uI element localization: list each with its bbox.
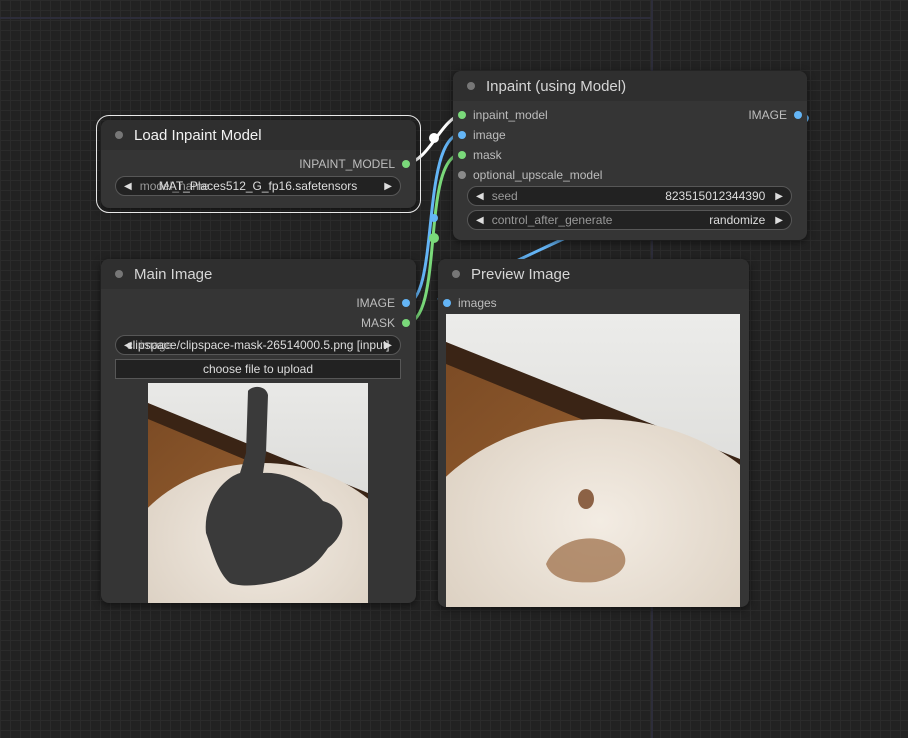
input-slot-images[interactable]: images xyxy=(443,295,497,311)
collapse-dot-icon[interactable] xyxy=(115,131,123,139)
slot-dot-icon[interactable] xyxy=(458,151,466,159)
main-image-preview xyxy=(148,383,368,603)
choose-file-upload-button[interactable]: choose file to upload xyxy=(115,359,401,379)
output-slot-mask[interactable]: MASK xyxy=(361,315,410,331)
slot-label: inpaint_model xyxy=(473,108,548,122)
result-photo-graphic xyxy=(446,314,740,607)
slot-label: INPAINT_MODEL xyxy=(299,157,395,171)
seed-number-widget[interactable]: ◀ seed 823515012344390 ▶ xyxy=(467,186,792,206)
collapse-dot-icon[interactable] xyxy=(115,270,123,278)
node-load-inpaint-model[interactable]: Load Inpaint Model INPAINT_MODEL ◀ model… xyxy=(96,115,421,213)
node-header[interactable]: Load Inpaint Model xyxy=(101,120,416,150)
arrow-right-icon[interactable]: ▶ xyxy=(775,215,783,226)
output-slot-image[interactable]: IMAGE xyxy=(748,107,802,123)
slot-dot-icon[interactable] xyxy=(794,111,802,119)
slot-dot-icon[interactable] xyxy=(402,319,410,327)
input-slot-mask[interactable]: mask xyxy=(458,147,502,163)
control-after-generate-combo[interactable]: ◀ control_after_generate randomize ▶ xyxy=(467,210,792,230)
link-model-midpoint[interactable] xyxy=(429,133,439,143)
slot-label: mask xyxy=(473,148,502,162)
slot-dot-icon[interactable] xyxy=(402,299,410,307)
widget-label: control_after_generate xyxy=(491,213,613,227)
slot-label: IMAGE xyxy=(356,296,395,310)
masked-photo-graphic xyxy=(148,383,368,603)
widget-value: 823515012344390 xyxy=(665,189,766,203)
widget-value: MAT_Places512_G_fp16.safetensors xyxy=(158,179,358,193)
arrow-left-icon[interactable]: ◀ xyxy=(476,215,484,226)
node-inpaint[interactable]: Inpaint (using Model) inpaint_model imag… xyxy=(453,71,807,240)
slot-dot-icon[interactable] xyxy=(402,160,410,168)
node-header[interactable]: Main Image xyxy=(101,259,416,289)
node-title: Load Inpaint Model xyxy=(134,126,262,144)
slot-dot-icon[interactable] xyxy=(443,299,451,307)
slot-dot-icon[interactable] xyxy=(458,131,466,139)
node-header[interactable]: Inpaint (using Model) xyxy=(453,71,807,101)
node-main-image[interactable]: Main Image IMAGE MASK ◀ image clipspace/… xyxy=(101,259,416,603)
link-image-midpoint[interactable] xyxy=(430,214,438,222)
slot-dot-icon[interactable] xyxy=(458,171,466,179)
widget-value: randomize xyxy=(709,213,766,227)
input-slot-image[interactable]: image xyxy=(458,127,506,143)
arrow-right-icon[interactable]: ▶ xyxy=(775,191,783,202)
canvas-guide-horizontal xyxy=(0,17,651,19)
node-header[interactable]: Preview Image xyxy=(438,259,749,289)
slot-label: images xyxy=(458,296,497,310)
node-preview-image[interactable]: Preview Image images xyxy=(438,259,749,607)
output-slot-inpaint-model[interactable]: INPAINT_MODEL xyxy=(299,156,410,172)
preview-output-image xyxy=(446,314,740,607)
slot-label: IMAGE xyxy=(748,108,787,122)
collapse-dot-icon[interactable] xyxy=(452,270,460,278)
slot-label: optional_upscale_model xyxy=(473,168,603,182)
widget-value: clipspace/clipspace-mask-26514000.5.png … xyxy=(126,338,390,352)
output-slot-image[interactable]: IMAGE xyxy=(356,295,410,311)
link-mask-midpoint[interactable] xyxy=(429,233,439,243)
widget-label: seed xyxy=(491,189,518,203)
image-file-combo[interactable]: ◀ image clipspace/clipspace-mask-2651400… xyxy=(115,335,401,355)
arrow-left-icon[interactable]: ◀ xyxy=(476,191,484,202)
node-title: Preview Image xyxy=(471,265,571,283)
slot-label: MASK xyxy=(360,316,395,330)
input-slot-inpaint-model[interactable]: inpaint_model xyxy=(458,107,548,123)
slot-label: image xyxy=(473,128,506,142)
node-title: Main Image xyxy=(134,265,213,283)
slot-dot-icon[interactable] xyxy=(458,111,466,119)
input-slot-optional-upscale-model[interactable]: optional_upscale_model xyxy=(458,167,602,183)
collapse-dot-icon[interactable] xyxy=(467,82,475,90)
node-title: Inpaint (using Model) xyxy=(486,77,627,95)
model-name-combo[interactable]: ◀ model_name MAT_Places512_G_fp16.safete… xyxy=(115,176,401,196)
